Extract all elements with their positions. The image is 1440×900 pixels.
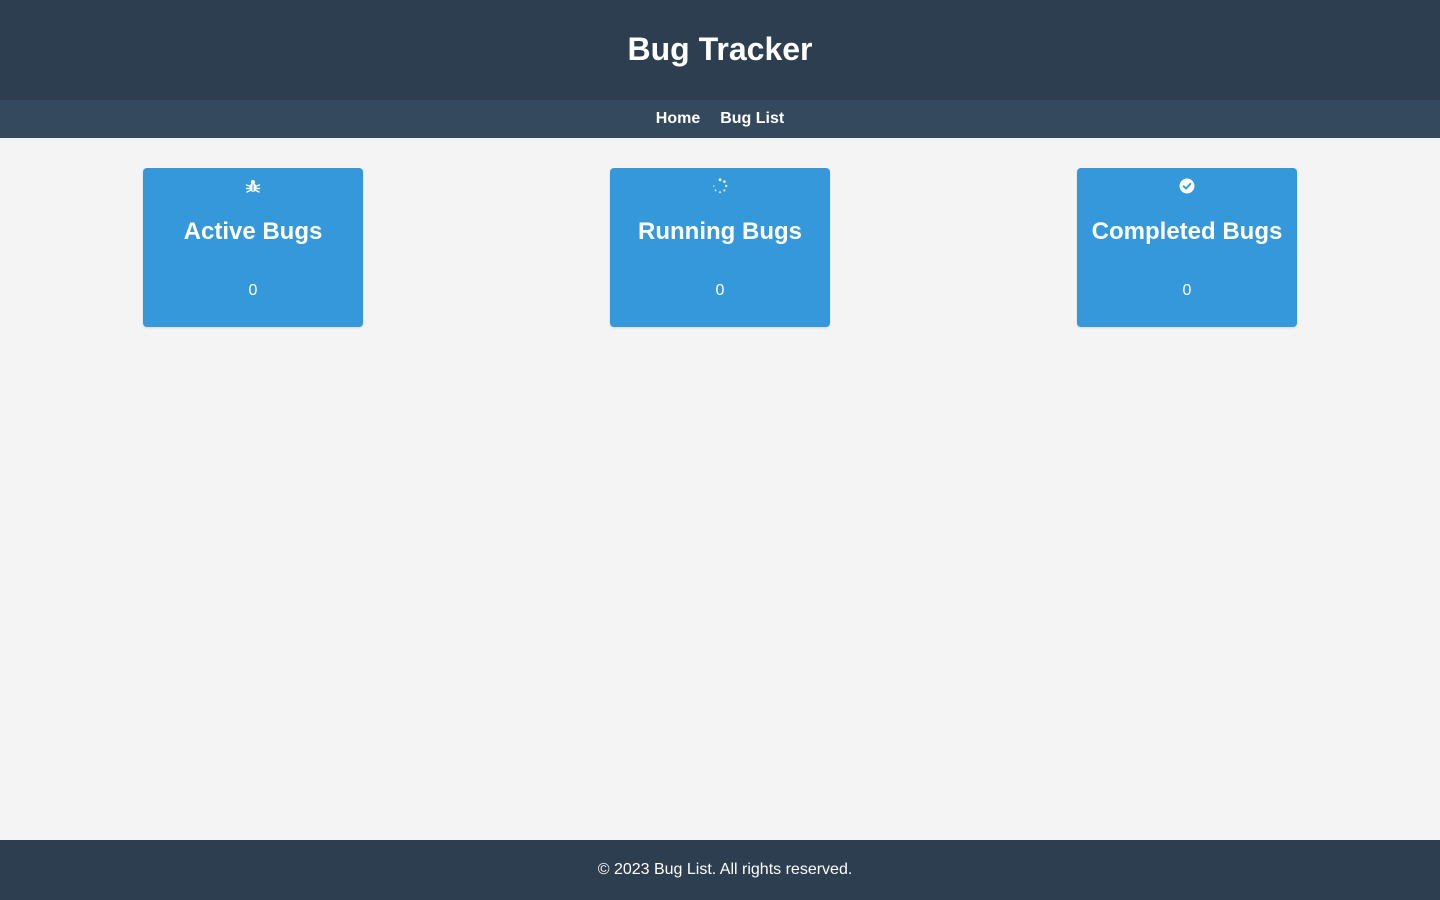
spinner-icon [610, 178, 830, 194]
bug-icon [143, 178, 363, 194]
active-bugs-card: Active Bugs 0 [143, 168, 363, 327]
card-title: Active Bugs [183, 218, 323, 245]
nav-link-bug-list[interactable]: Bug List [720, 110, 784, 128]
app-header: Bug Tracker [0, 0, 1440, 100]
card-title: Running Bugs [638, 218, 802, 245]
copyright-text: © 2023 Bug List. All rights reserved. [597, 861, 853, 878]
page: Bug Tracker Home Bug List Active Bugs 0 … [0, 0, 1440, 900]
main-nav: Home Bug List [0, 100, 1440, 138]
running-bugs-card: Running Bugs 0 [610, 168, 830, 327]
card-title: Completed Bugs [1091, 218, 1283, 245]
page-title: Bug Tracker [627, 30, 813, 67]
card-count: 0 [248, 282, 258, 299]
completed-bugs-card: Completed Bugs 0 [1077, 168, 1297, 327]
card-count: 0 [715, 282, 725, 299]
nav-link-home[interactable]: Home [656, 110, 700, 128]
card-count: 0 [1182, 282, 1192, 299]
page-footer: © 2023 Bug List. All rights reserved. [0, 840, 1440, 900]
summary-cards: Active Bugs 0 Running Bugs 0 Completed B… [0, 168, 1440, 328]
check-circle-icon [1077, 178, 1297, 194]
